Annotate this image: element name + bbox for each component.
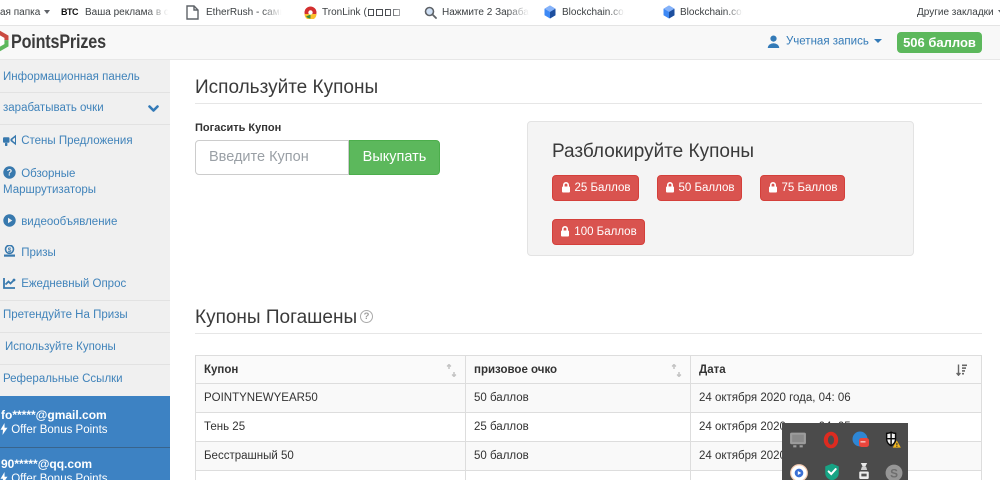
svg-text:$: $: [8, 247, 12, 254]
svg-text:S: S: [890, 467, 898, 480]
svg-text:?: ?: [7, 168, 13, 178]
